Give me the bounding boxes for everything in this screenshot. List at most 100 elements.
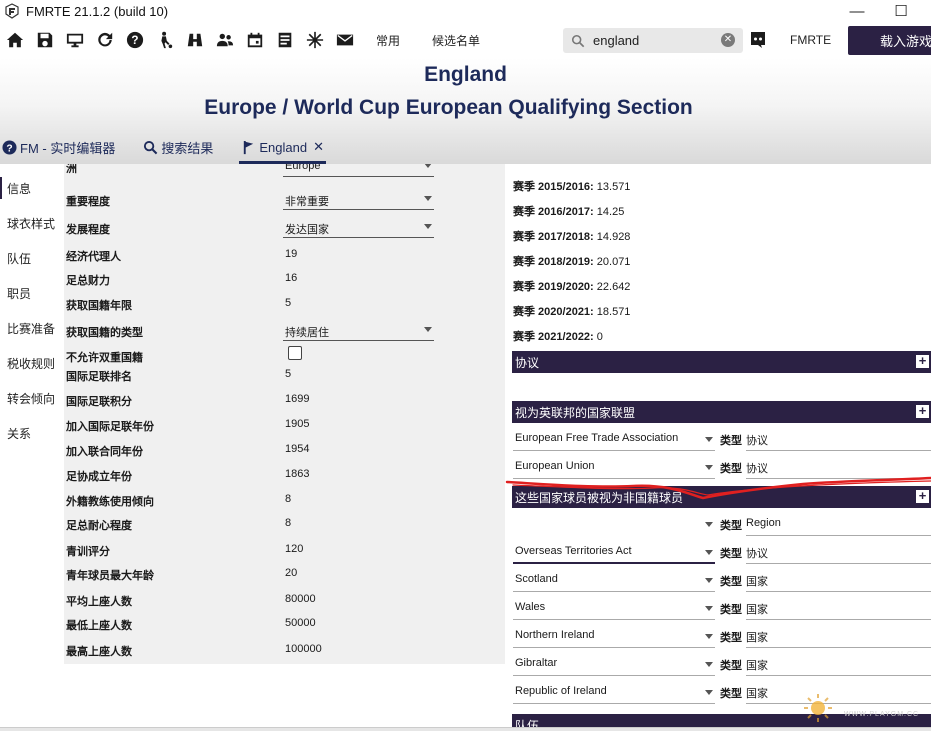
federation-select[interactable]: European Free Trade Association [513, 426, 715, 451]
fmrte-menu[interactable]: FMRTE [790, 22, 831, 58]
citizenship-years-value[interactable]: 5 [285, 297, 291, 309]
field-row: 国际足联积分 1699 [64, 388, 505, 413]
mail-icon[interactable] [330, 22, 360, 58]
type-value[interactable]: 协议 [746, 539, 931, 564]
calendar-icon[interactable] [240, 22, 270, 58]
monitor-icon[interactable] [60, 22, 90, 58]
type-value[interactable]: 协议 [746, 454, 931, 479]
field-row: 最低上座人数 50000 [64, 612, 505, 637]
add-icon[interactable]: + [916, 404, 929, 418]
development-select[interactable]: 发达国家 [283, 216, 434, 238]
tab-search-results[interactable]: 搜索结果 [141, 132, 215, 162]
close-tab-icon[interactable]: ✕ [313, 139, 324, 155]
nav-transfer-pref[interactable]: 转会倾向 [0, 385, 60, 411]
discord-icon[interactable] [748, 30, 768, 50]
add-icon[interactable]: + [916, 489, 929, 503]
tab-fm-editor[interactable]: ? FM - 实时编辑器 [0, 132, 117, 162]
nav-squad[interactable]: 队伍 [0, 245, 60, 271]
patience-value[interactable]: 8 [285, 517, 291, 529]
nation-select[interactable]: Wales [513, 595, 715, 620]
min-attendance-value[interactable]: 50000 [285, 617, 316, 629]
svg-text:?: ? [6, 143, 12, 154]
flag-icon [244, 140, 254, 154]
home-icon[interactable] [0, 22, 30, 58]
finance-value[interactable]: 16 [285, 272, 297, 284]
select-value: European Union [515, 460, 595, 472]
avg-attendance-value[interactable]: 80000 [285, 593, 316, 605]
type-value[interactable]: Region [746, 511, 931, 536]
minimize-button[interactable]: — [834, 0, 880, 22]
clear-search-icon[interactable]: ✕ [721, 33, 735, 47]
citizenship-type-select[interactable]: 持续居住 [283, 319, 434, 341]
youth-rating-value[interactable]: 120 [285, 543, 303, 555]
section-agreements[interactable]: 协议 + [512, 351, 931, 373]
tab-england[interactable]: England ✕ [239, 132, 326, 164]
side-nav: 信息 球衣样式 队伍 职员 比赛准备 税收规则 转会倾向 关系 [0, 164, 60, 728]
maximize-button[interactable]: ☐ [878, 0, 924, 22]
help-icon[interactable]: ? [120, 22, 150, 58]
section-federations[interactable]: 视为英联邦的国家联盟 + [512, 401, 931, 423]
season-value: 20.071 [596, 256, 631, 268]
player-icon[interactable] [150, 22, 180, 58]
type-value[interactable]: 国家 [746, 623, 931, 648]
chevron-down-icon [705, 465, 713, 470]
nav-tax-rules[interactable]: 税收规则 [0, 350, 60, 376]
type-value[interactable]: 国家 [746, 595, 931, 620]
agents-value[interactable]: 19 [285, 248, 297, 260]
add-icon[interactable]: + [916, 354, 929, 368]
load-game-button[interactable]: 载入游戏 [848, 26, 931, 55]
binoculars-icon[interactable] [180, 22, 210, 58]
season-label: 赛季 2017/2018: [513, 231, 594, 243]
youth-max-age-value[interactable]: 20 [285, 567, 297, 579]
field-label: 发展程度 [66, 224, 110, 236]
common-menu[interactable]: 常用 [364, 22, 412, 58]
list-item: Gibraltar 类型 国家 [512, 651, 931, 677]
field-row: 加入国际足联年份 1905 [64, 413, 505, 438]
max-attendance-value[interactable]: 100000 [285, 643, 322, 655]
type-label: 类型 [720, 604, 742, 616]
type-value[interactable]: 国家 [746, 651, 931, 676]
section-title: 视为英联邦的国家联盟 [515, 405, 636, 420]
fifa-points-value[interactable]: 1699 [285, 393, 309, 405]
foreign-coach-value[interactable]: 8 [285, 493, 291, 505]
nation-select[interactable]: Scotland [513, 567, 715, 592]
importance-select[interactable]: 非常重要 [283, 188, 434, 210]
nation-select[interactable]: Northern Ireland [513, 623, 715, 648]
nav-relations[interactable]: 关系 [0, 420, 60, 446]
continent-select[interactable]: Europe [283, 164, 434, 177]
nation-select[interactable]: Gibraltar [513, 651, 715, 676]
season-label: 赛季 2019/2020: [513, 281, 594, 293]
save-icon[interactable] [30, 22, 60, 58]
field-label: 最低上座人数 [66, 620, 132, 632]
nav-info[interactable]: 信息 [0, 175, 60, 201]
type-label: 类型 [720, 632, 742, 644]
people-icon[interactable] [210, 22, 240, 58]
select-value: 发达国家 [285, 224, 329, 236]
select-value: Europe [285, 164, 321, 172]
fifa-year-value[interactable]: 1905 [285, 418, 309, 430]
nation-select[interactable] [513, 511, 715, 536]
confed-year-value[interactable]: 1954 [285, 443, 309, 455]
nation-select[interactable]: Republic of Ireland [513, 679, 715, 704]
federation-select[interactable]: European Union [513, 454, 715, 479]
search-input[interactable] [593, 33, 713, 48]
type-label: 类型 [720, 576, 742, 588]
nav-match-prep[interactable]: 比赛准备 [0, 315, 60, 341]
settings-icon[interactable] [300, 22, 330, 58]
shortlist-menu[interactable]: 候选名单 [420, 22, 492, 58]
fifa-rank-value[interactable]: 5 [285, 368, 291, 380]
nav-staff[interactable]: 职员 [0, 280, 60, 306]
nation-select[interactable]: Overseas Territories Act [513, 539, 715, 564]
founded-year-value[interactable]: 1863 [285, 468, 309, 480]
refresh-icon[interactable] [90, 22, 120, 58]
type-value[interactable]: 协议 [746, 426, 931, 451]
type-value[interactable]: 国家 [746, 567, 931, 592]
section-non-foreign[interactable]: 这些国家球员被视为非国籍球员 + [512, 486, 931, 508]
info-panel: 洲 Europe 重要程度 非常重要 发展程度 发达国家 经济代理人 19 足总… [64, 164, 505, 664]
field-label: 加入国际足联年份 [66, 421, 154, 433]
field-label: 足总耐心程度 [66, 520, 132, 532]
list-icon[interactable] [270, 22, 300, 58]
nav-kits[interactable]: 球衣样式 [0, 210, 60, 236]
field-label: 青训评分 [66, 546, 110, 558]
dual-nationality-checkbox[interactable] [288, 346, 302, 360]
